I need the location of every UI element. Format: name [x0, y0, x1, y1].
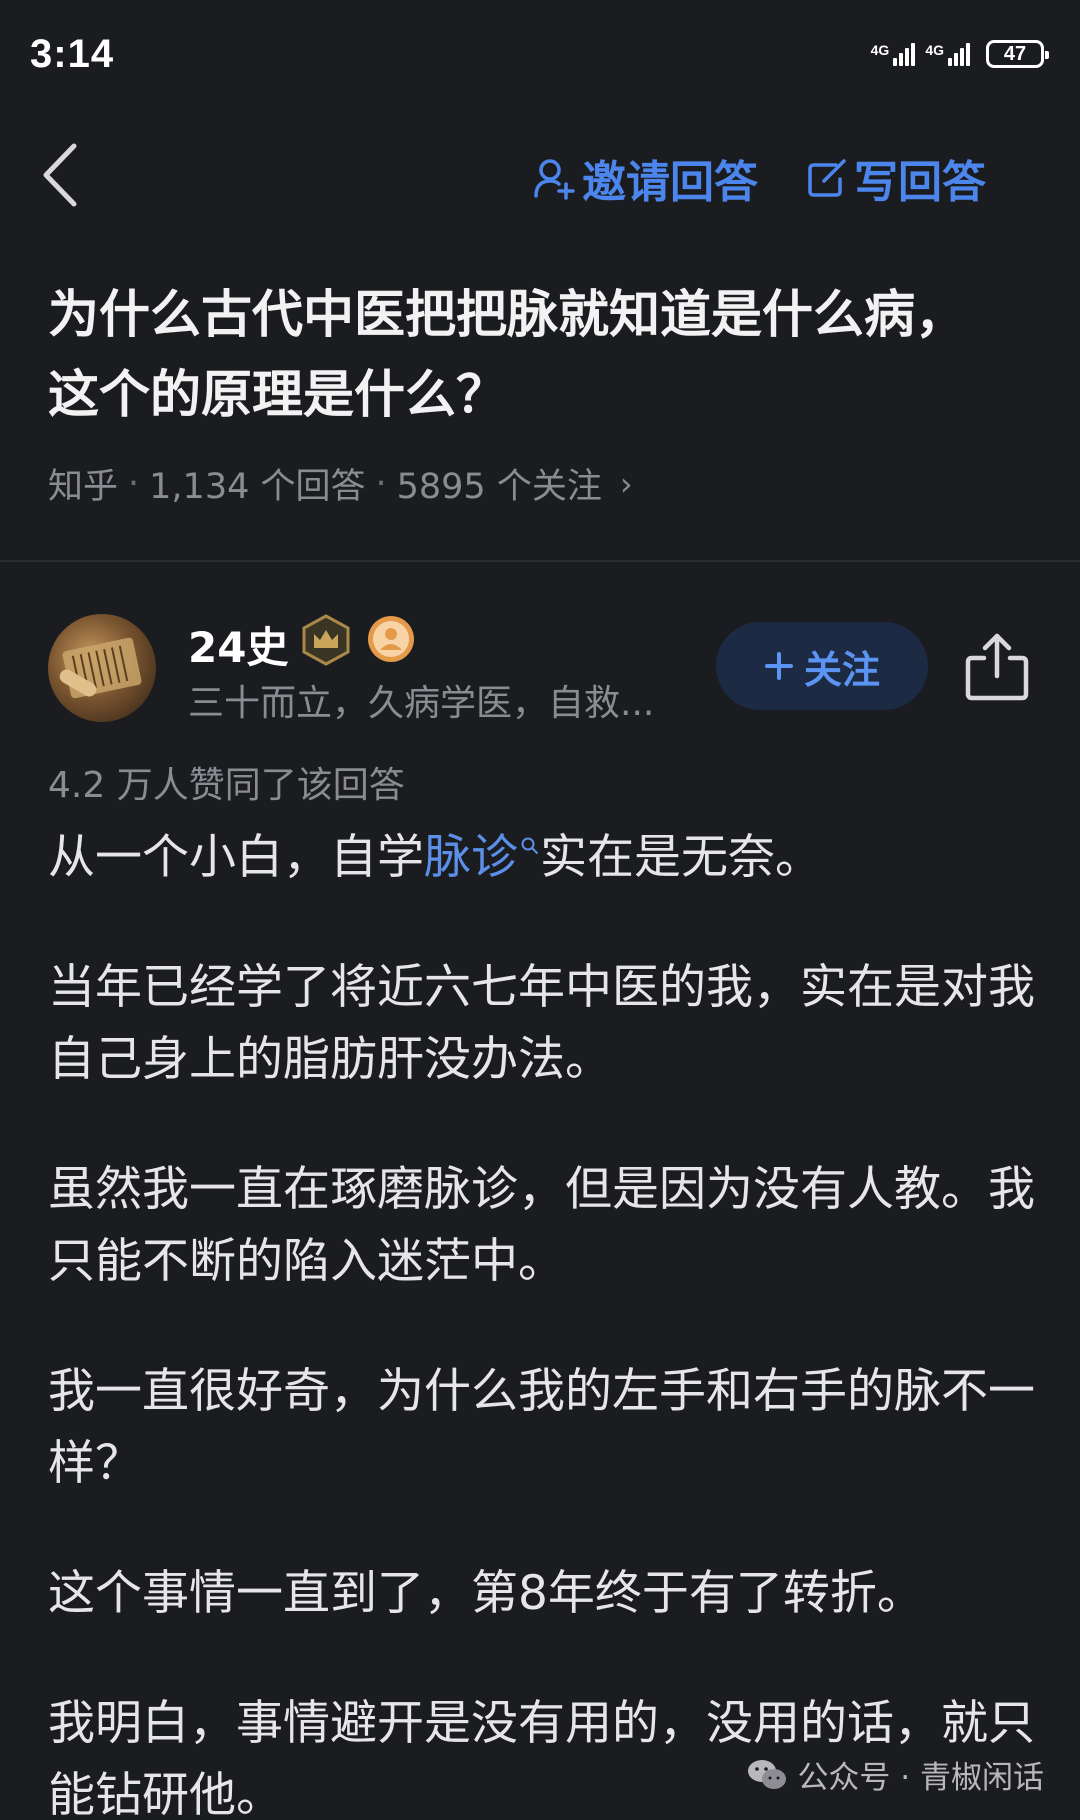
status-bar: 3:14 4G 4G 47: [0, 0, 1080, 120]
watermark: 公众号 · 青椒闲话: [747, 1752, 1044, 1797]
search-icon[interactable]: [520, 836, 540, 856]
follower-count: 5895 个关注: [396, 467, 602, 507]
meta-separator: ·: [375, 463, 387, 504]
share-button[interactable]: [964, 630, 1030, 702]
paragraph-text: 实在是无奈。: [540, 830, 822, 885]
answer-paragraph: 我一直很好奇，为什么我的左手和右手的脉不一样？: [48, 1364, 1035, 1491]
author-description[interactable]: 三十而立，久病学医，自救...: [188, 674, 708, 726]
top-nav: 邀请回答 写回答: [0, 120, 1080, 230]
share-icon: [965, 633, 1029, 701]
crown-badge-icon: [300, 614, 352, 670]
question-title[interactable]: 为什么古代中医把把脉就知道是什么病，这个的原理是什么？: [48, 276, 1008, 436]
follow-button[interactable]: 关注: [716, 622, 928, 710]
upvote-summary: 4.2 万人赞同了该回答: [48, 765, 405, 806]
battery-icon: 47: [986, 40, 1049, 68]
network-type-label: 4G: [870, 41, 890, 58]
status-indicators: 4G 4G 47: [870, 40, 1049, 68]
watermark-label: 公众号 · 青椒闲话: [797, 1760, 1044, 1796]
divider: [0, 560, 1080, 562]
screen: 3:14 4G 4G 47 邀请回答 写回答 为什么古代中医把把脉就知道是什么病…: [0, 0, 1080, 1820]
answer-paragraph: 虽然我一直在琢磨脉诊，但是因为没有人教。我只能不断的陷入迷茫中。: [48, 1162, 1035, 1289]
author-name[interactable]: 24史: [188, 614, 288, 675]
wechat-icon: [748, 1759, 787, 1789]
question-meta[interactable]: 知乎 · 1,134 个回答 · 5895 个关注 ›: [48, 458, 633, 509]
invite-user-icon: [534, 159, 575, 200]
follow-label: 关注: [803, 647, 880, 692]
paragraph-text: 从一个小白，自学: [48, 830, 424, 885]
avatar[interactable]: [48, 614, 156, 722]
plus-icon: [764, 652, 793, 680]
meta-separator: ·: [128, 463, 140, 504]
answer-paragraph: 当年已经学了将近六七年中医的我，实在是对我自己身上的脂肪肝没办法。: [48, 960, 1035, 1087]
signal-icon: 4G: [870, 41, 916, 66]
write-answer-label: 写回答: [854, 157, 986, 208]
chevron-right-icon: ›: [619, 464, 633, 503]
back-button[interactable]: [40, 142, 100, 208]
answer-body: 从一个小白，自学脉诊 实在是无奈。 当年已经学了将近六七年中医的我，实在是对我自己…: [48, 822, 1038, 1820]
user-badge-icon: [366, 614, 416, 668]
network-type-label: 4G: [925, 41, 944, 58]
status-time: 3:14: [30, 32, 115, 76]
invite-answer-button[interactable]: 邀请回答: [532, 146, 758, 210]
signal-icon: 4G: [925, 41, 970, 66]
answer-paragraph: 从一个小白，自学脉诊 实在是无奈。: [48, 822, 1038, 894]
write-answer-button[interactable]: 写回答: [806, 146, 986, 210]
chevron-left-icon: [43, 143, 77, 207]
scroll-avatar-image: [59, 637, 142, 699]
invite-answer-label: 邀请回答: [582, 157, 758, 208]
answer-count: 1,134 个回答: [149, 467, 366, 507]
battery-level: 47: [1003, 42, 1027, 65]
question-source: 知乎: [48, 467, 119, 507]
answer-paragraph: 这个事情一直到了，第8年终于有了转折。: [48, 1566, 924, 1621]
edit-icon: [808, 159, 846, 197]
keyword-link[interactable]: 脉诊: [424, 830, 518, 885]
